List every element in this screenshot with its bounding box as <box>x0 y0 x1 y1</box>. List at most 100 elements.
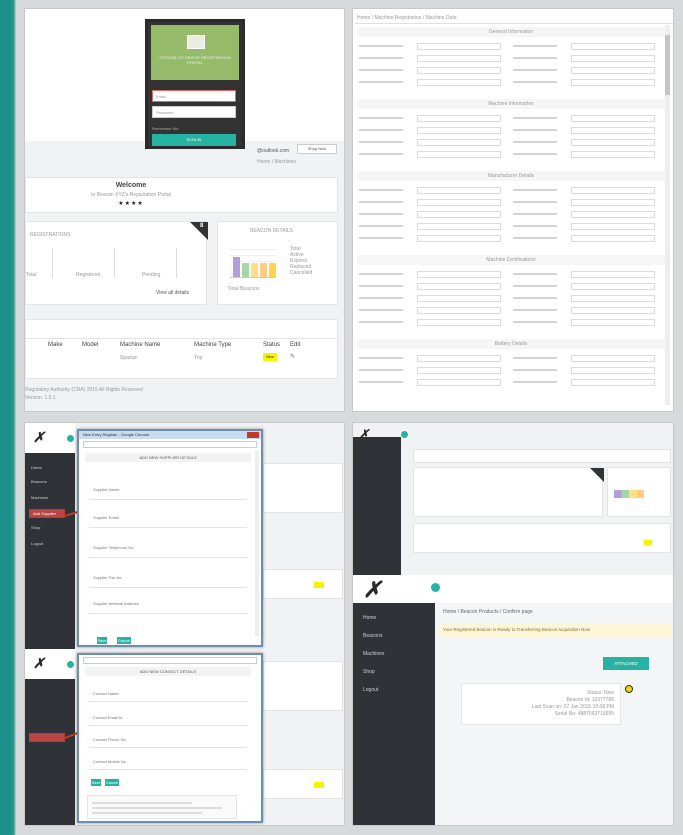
form-input[interactable] <box>571 79 655 86</box>
form-input[interactable] <box>571 367 655 374</box>
legend-item: Cancelled <box>290 270 313 276</box>
highlighted-menu-item[interactable] <box>29 733 65 742</box>
form-input[interactable] <box>571 67 655 74</box>
dialog-scrollbar[interactable] <box>255 451 259 636</box>
sidebar-item-beacons[interactable]: Beacons <box>31 479 47 484</box>
form-input[interactable] <box>571 379 655 386</box>
field-underline[interactable] <box>89 769 247 770</box>
sidebar-item-machines[interactable]: Machines <box>31 495 48 500</box>
email-field[interactable]: Email <box>152 90 236 102</box>
info-line <box>92 812 202 814</box>
footer-version: Version: 1.0.1 <box>25 395 56 401</box>
form-input[interactable] <box>417 67 501 74</box>
highlighted-menu-item[interactable]: Add Supplier <box>29 509 65 518</box>
sidebar-item-shop[interactable]: Shop <box>363 669 375 675</box>
form-input[interactable] <box>417 355 501 362</box>
registration-form: General Information Machine Information Ma… <box>357 27 665 411</box>
sidebar-item-logout[interactable]: Logout <box>363 687 378 693</box>
edit-icon[interactable]: ✎ <box>290 353 295 360</box>
remember-me-checkbox[interactable]: Remember Me <box>152 126 178 131</box>
form-input[interactable] <box>571 127 655 134</box>
field-label: Supplier Telephone No <box>93 545 134 550</box>
form-input[interactable] <box>417 235 501 242</box>
save-button[interactable]: Save <box>91 779 101 786</box>
form-input[interactable] <box>417 151 501 158</box>
form-label <box>513 321 557 323</box>
sidebar-item-shop[interactable]: Shop <box>31 525 40 530</box>
form-input[interactable] <box>417 55 501 62</box>
form-input[interactable] <box>417 379 501 386</box>
form-input[interactable] <box>571 271 655 278</box>
form-input[interactable] <box>417 139 501 146</box>
field-underline[interactable] <box>89 499 247 500</box>
form-input[interactable] <box>571 355 655 362</box>
form-input[interactable] <box>417 307 501 314</box>
close-icon[interactable] <box>247 432 259 438</box>
sidebar-item-home[interactable]: Home <box>31 465 42 470</box>
form-input[interactable] <box>571 223 655 230</box>
form-label <box>513 57 557 59</box>
form-input[interactable] <box>417 319 501 326</box>
field-underline[interactable] <box>89 701 247 702</box>
form-input[interactable] <box>571 187 655 194</box>
form-input[interactable] <box>417 295 501 302</box>
sidebar-item-logout[interactable]: Logout <box>31 541 43 546</box>
field-underline[interactable] <box>89 747 247 748</box>
form-input[interactable] <box>571 55 655 62</box>
sidebar-item-beacons[interactable]: Beacons <box>363 633 382 639</box>
form-input[interactable] <box>571 43 655 50</box>
cancel-button[interactable]: Cancel <box>117 637 131 644</box>
form-input[interactable] <box>417 127 501 134</box>
form-input[interactable] <box>417 367 501 374</box>
menu-toggle-icon[interactable] <box>401 431 408 438</box>
field-underline[interactable] <box>89 527 247 528</box>
cell-machine-name: Spartan <box>120 355 138 361</box>
form-input[interactable] <box>417 223 501 230</box>
address-bar[interactable] <box>83 441 257 448</box>
form-input[interactable] <box>571 199 655 206</box>
view-all-link[interactable]: View all details <box>156 290 189 296</box>
sidebar-item-machines[interactable]: Machines <box>363 651 384 657</box>
form-input[interactable] <box>417 43 501 50</box>
form-input[interactable] <box>417 211 501 218</box>
sign-in-button[interactable]: SIGN IN <box>152 134 236 146</box>
form-input[interactable] <box>417 271 501 278</box>
attach-button[interactable]: ATTACHED <box>603 657 649 670</box>
form-input[interactable] <box>571 235 655 242</box>
form-input[interactable] <box>571 139 655 146</box>
form-section-title: Machine Information <box>357 99 665 109</box>
panel-registration-form: Home / Machine Registration / Machine Da… <box>352 8 674 412</box>
form-input[interactable] <box>571 151 655 158</box>
field-underline[interactable] <box>89 613 247 614</box>
address-bar[interactable] <box>83 657 257 664</box>
form-input[interactable] <box>571 211 655 218</box>
menu-toggle-icon[interactable] <box>67 661 74 668</box>
mini-chart <box>614 490 644 498</box>
menu-toggle-icon[interactable] <box>67 435 74 442</box>
col-header: Model <box>82 342 99 348</box>
field-underline[interactable] <box>89 725 247 726</box>
form-label <box>359 357 403 359</box>
menu-toggle-icon[interactable] <box>431 583 440 592</box>
form-input[interactable] <box>571 319 655 326</box>
mini-stats <box>413 467 604 517</box>
shop-now-button[interactable]: Shop Now <box>297 144 337 154</box>
form-input[interactable] <box>417 199 501 206</box>
sidebar-item-home[interactable]: Home <box>363 615 376 621</box>
cancel-button[interactable]: Cancel <box>105 779 119 786</box>
form-input[interactable] <box>417 79 501 86</box>
scrollbar-thumb[interactable] <box>665 35 670 95</box>
form-input[interactable] <box>417 115 501 122</box>
scrollbar[interactable] <box>665 25 670 405</box>
form-input[interactable] <box>417 283 501 290</box>
save-button[interactable]: Save <box>97 637 107 644</box>
field-underline[interactable] <box>89 557 247 558</box>
form-input[interactable] <box>571 307 655 314</box>
form-input[interactable] <box>571 295 655 302</box>
divider <box>26 338 339 339</box>
form-input[interactable] <box>571 283 655 290</box>
field-underline[interactable] <box>89 587 247 588</box>
form-input[interactable] <box>417 187 501 194</box>
form-input[interactable] <box>571 115 655 122</box>
password-field[interactable]: Password <box>152 106 236 118</box>
